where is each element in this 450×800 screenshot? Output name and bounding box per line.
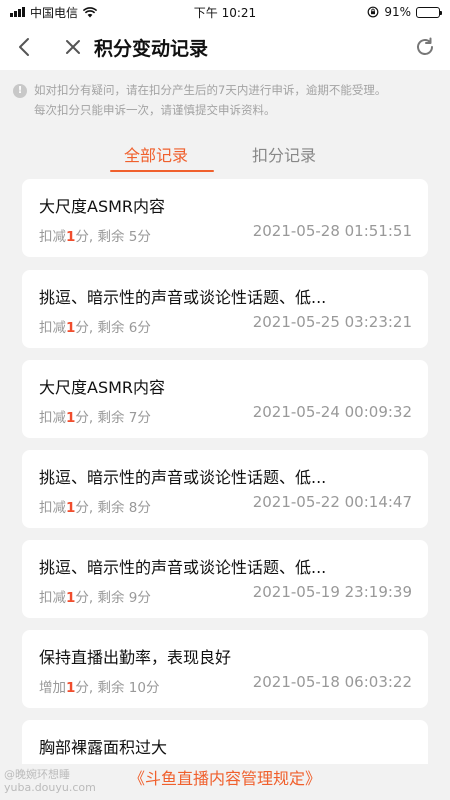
info-icon: ! (13, 84, 27, 98)
record-timestamp: 2021-05-24 00:09:32 (252, 403, 412, 421)
record-title: 挑逗、暗示性的声音或谈论性话题、低... (39, 468, 327, 487)
remaining-points: 分, 剩余 9分 (75, 590, 151, 606)
remaining-points: 分, 剩余 5分 (75, 229, 151, 245)
change-type: 增加 (39, 680, 66, 696)
record-title: 胸部裸露面积过大 (39, 738, 168, 757)
navigation-bar: 积分变动记录 (0, 24, 450, 70)
status-left: 中国电信 (10, 4, 98, 21)
record-tabs: 全部记录 扣分记录 (0, 136, 450, 176)
record-points-change: 扣减1分, 剩余 6分 (39, 316, 151, 336)
watermark-site: yuba.douyu.com (4, 781, 96, 794)
record-card[interactable]: 胸部裸露面积过大 (22, 720, 428, 764)
remaining-points: 分, 剩余 8分 (75, 500, 151, 516)
change-amount: 1 (66, 320, 76, 336)
record-title: 挑逗、暗示性的声音或谈论性话题、低... (39, 288, 327, 307)
record-points-change: 扣减1分, 剩余 9分 (39, 586, 151, 606)
record-title: 大尺度ASMR内容 (39, 197, 166, 216)
record-points-change: 增加1分, 剩余 10分 (39, 676, 159, 696)
carrier-name: 中国电信 (30, 5, 79, 20)
change-type: 扣减 (39, 320, 66, 336)
record-title: 挑逗、暗示性的声音或谈论性话题、低... (39, 558, 327, 577)
change-amount: 1 (66, 680, 76, 696)
change-type: 扣减 (39, 500, 66, 516)
tab-deduction-records[interactable]: 扣分记录 (252, 142, 316, 166)
record-card[interactable]: 大尺度ASMR内容 扣减1分, 剩余 5分 2021-05-28 01:51:5… (22, 179, 428, 257)
cellular-signal-icon (10, 7, 25, 17)
close-button[interactable] (58, 24, 88, 70)
record-list: 大尺度ASMR内容 扣减1分, 剩余 5分 2021-05-28 01:51:5… (0, 179, 450, 764)
active-tab-indicator (110, 170, 214, 172)
record-points-change: 扣减1分, 剩余 8分 (39, 496, 151, 516)
status-bar: 中国电信 下午 10:21 91% (0, 0, 450, 24)
notice-line-1: 如对扣分有疑问，请在扣分产生后的7天内进行申诉，逾期不能受理。 (34, 83, 387, 97)
watermark-user: @晚婉环想睡 (4, 768, 70, 781)
chevron-left-icon (19, 38, 29, 56)
status-right: 91% (367, 5, 442, 19)
refresh-icon (417, 37, 433, 55)
back-button[interactable] (4, 24, 44, 70)
record-card[interactable]: 挑逗、暗示性的声音或谈论性话题、低... 扣减1分, 剩余 8分 2021-05… (22, 450, 428, 528)
watermark: @晚婉环想睡 yuba.douyu.com (4, 768, 96, 794)
change-amount: 1 (66, 590, 76, 606)
record-title: 大尺度ASMR内容 (39, 378, 166, 397)
change-amount: 1 (66, 500, 76, 516)
remaining-points: 分, 剩余 10分 (75, 680, 160, 696)
change-amount: 1 (66, 410, 76, 426)
page-title: 积分变动记录 (94, 37, 209, 60)
change-type: 扣减 (39, 590, 66, 606)
change-type: 扣减 (39, 229, 66, 245)
notice-line-2: 每次扣分只能申诉一次，请谨慎提交申诉资料。 (34, 103, 276, 117)
change-type: 扣减 (39, 410, 66, 426)
close-icon (66, 40, 80, 54)
record-timestamp: 2021-05-22 00:14:47 (252, 493, 412, 511)
record-title: 保持直播出勤率，表现良好 (39, 648, 232, 667)
record-timestamp: 2021-05-18 06:03:22 (252, 673, 412, 691)
record-card[interactable]: 挑逗、暗示性的声音或谈论性话题、低... 扣减1分, 剩余 9分 2021-05… (22, 540, 428, 618)
wifi-icon (83, 6, 98, 17)
remaining-points: 分, 剩余 7分 (75, 410, 151, 426)
remaining-points: 分, 剩余 6分 (75, 320, 151, 336)
refresh-button[interactable] (410, 32, 440, 62)
record-card[interactable]: 大尺度ASMR内容 扣减1分, 剩余 7分 2021-05-24 00:09:3… (22, 360, 428, 438)
record-points-change: 扣减1分, 剩余 5分 (39, 225, 151, 245)
record-card[interactable]: 挑逗、暗示性的声音或谈论性话题、低... 扣减1分, 剩余 6分 2021-05… (22, 270, 428, 348)
record-points-change: 扣减1分, 剩余 7分 (39, 406, 151, 426)
tab-all-records[interactable]: 全部记录 (124, 142, 188, 166)
battery-percent: 91% (384, 5, 411, 19)
record-timestamp: 2021-05-25 03:23:21 (252, 313, 412, 331)
appeal-notice: ! 如对扣分有疑问，请在扣分产生后的7天内进行申诉，逾期不能受理。 每次扣分只能… (0, 72, 450, 120)
orientation-lock-icon (367, 6, 379, 18)
battery-icon (416, 6, 442, 18)
record-timestamp: 2021-05-19 23:19:39 (252, 583, 412, 601)
change-amount: 1 (66, 229, 76, 245)
record-card[interactable]: 保持直播出勤率，表现良好 增加1分, 剩余 10分 2021-05-18 06:… (22, 630, 428, 708)
record-timestamp: 2021-05-28 01:51:51 (252, 222, 412, 240)
